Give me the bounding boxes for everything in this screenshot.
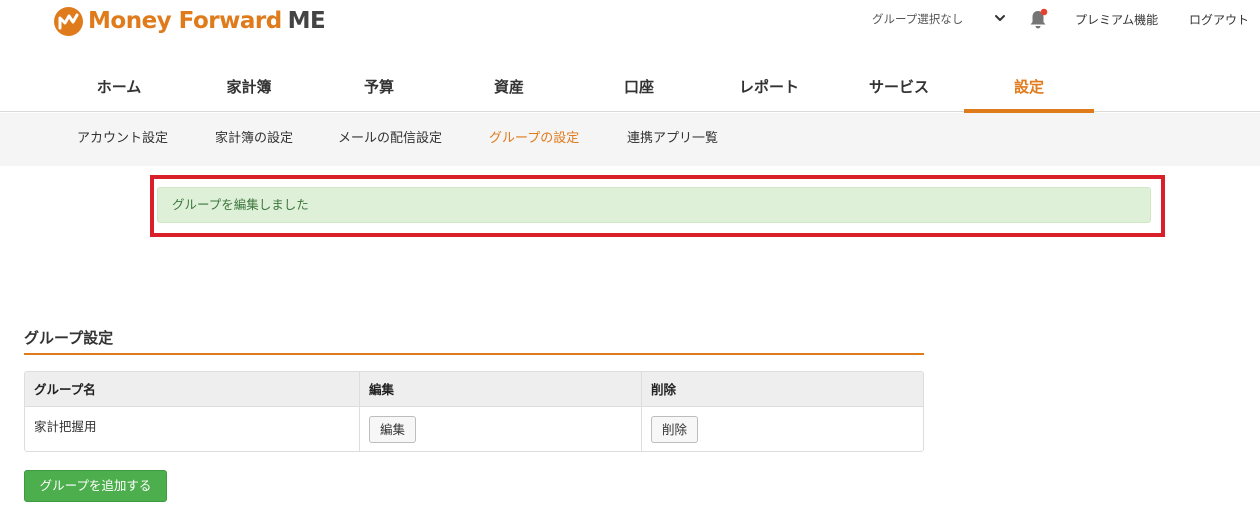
nav-report[interactable]: レポート — [704, 62, 834, 112]
group-table: グループ名 編集 削除 家計把握用 編集 削除 — [24, 371, 924, 452]
logout-link[interactable]: ログアウト — [1189, 9, 1249, 29]
section-divider — [24, 353, 924, 355]
header-group-name: グループ名 — [34, 382, 96, 397]
nav-home[interactable]: ホーム — [54, 62, 184, 112]
nav-budget[interactable]: 予算 — [314, 62, 444, 112]
column-divider — [641, 372, 642, 451]
nav-household-book[interactable]: 家計簿 — [184, 62, 314, 112]
subnav-account-settings[interactable]: アカウント設定 — [77, 113, 168, 166]
subnav-linked-apps[interactable]: 連携アプリ一覧 — [627, 113, 718, 166]
header-delete: 削除 — [651, 382, 677, 397]
nav-accounts[interactable]: 口座 — [574, 62, 704, 112]
logo[interactable]: Money Forward ME — [54, 5, 326, 37]
edit-group-button[interactable]: 編集 — [369, 416, 417, 443]
premium-link[interactable]: プレミアム機能 — [1075, 9, 1158, 29]
success-alert: グループを編集しました — [157, 187, 1151, 223]
table-row-group-name: 家計把握用 — [34, 419, 97, 434]
column-divider — [359, 372, 360, 451]
header-edit: 編集 — [369, 382, 395, 397]
bell-icon[interactable] — [1028, 8, 1048, 30]
nav-assets[interactable]: 資産 — [444, 62, 574, 112]
logo-text: Money Forward ME — [88, 8, 326, 34]
nav-services[interactable]: サービス — [834, 62, 964, 112]
settings-subnav: アカウント設定 家計簿の設定 メールの配信設定 グループの設定 連携アプリ一覧 — [0, 113, 1260, 166]
subnav-household-settings[interactable]: 家計簿の設定 — [215, 113, 293, 166]
subnav-mail-settings[interactable]: メールの配信設定 — [338, 113, 442, 166]
site-header: Money Forward ME グループ選択なし プレミアム機能 ログアウト ホ… — [0, 0, 1260, 113]
money-forward-logo-icon — [54, 6, 83, 36]
table-header-row: グループ名 編集 削除 — [25, 372, 923, 407]
group-select-label[interactable]: グループ選択なし — [872, 9, 963, 29]
section-title: グループ設定 — [24, 329, 114, 347]
chevron-down-icon[interactable] — [994, 11, 1006, 25]
subnav-group-settings[interactable]: グループの設定 — [489, 113, 579, 166]
delete-group-button[interactable]: 削除 — [651, 416, 699, 443]
main-nav: ホーム 家計簿 予算 資産 口座 レポート サービス 設定 — [54, 62, 1094, 113]
nav-settings[interactable]: 設定 — [964, 62, 1094, 113]
add-group-button[interactable]: グループを追加する — [24, 470, 167, 502]
